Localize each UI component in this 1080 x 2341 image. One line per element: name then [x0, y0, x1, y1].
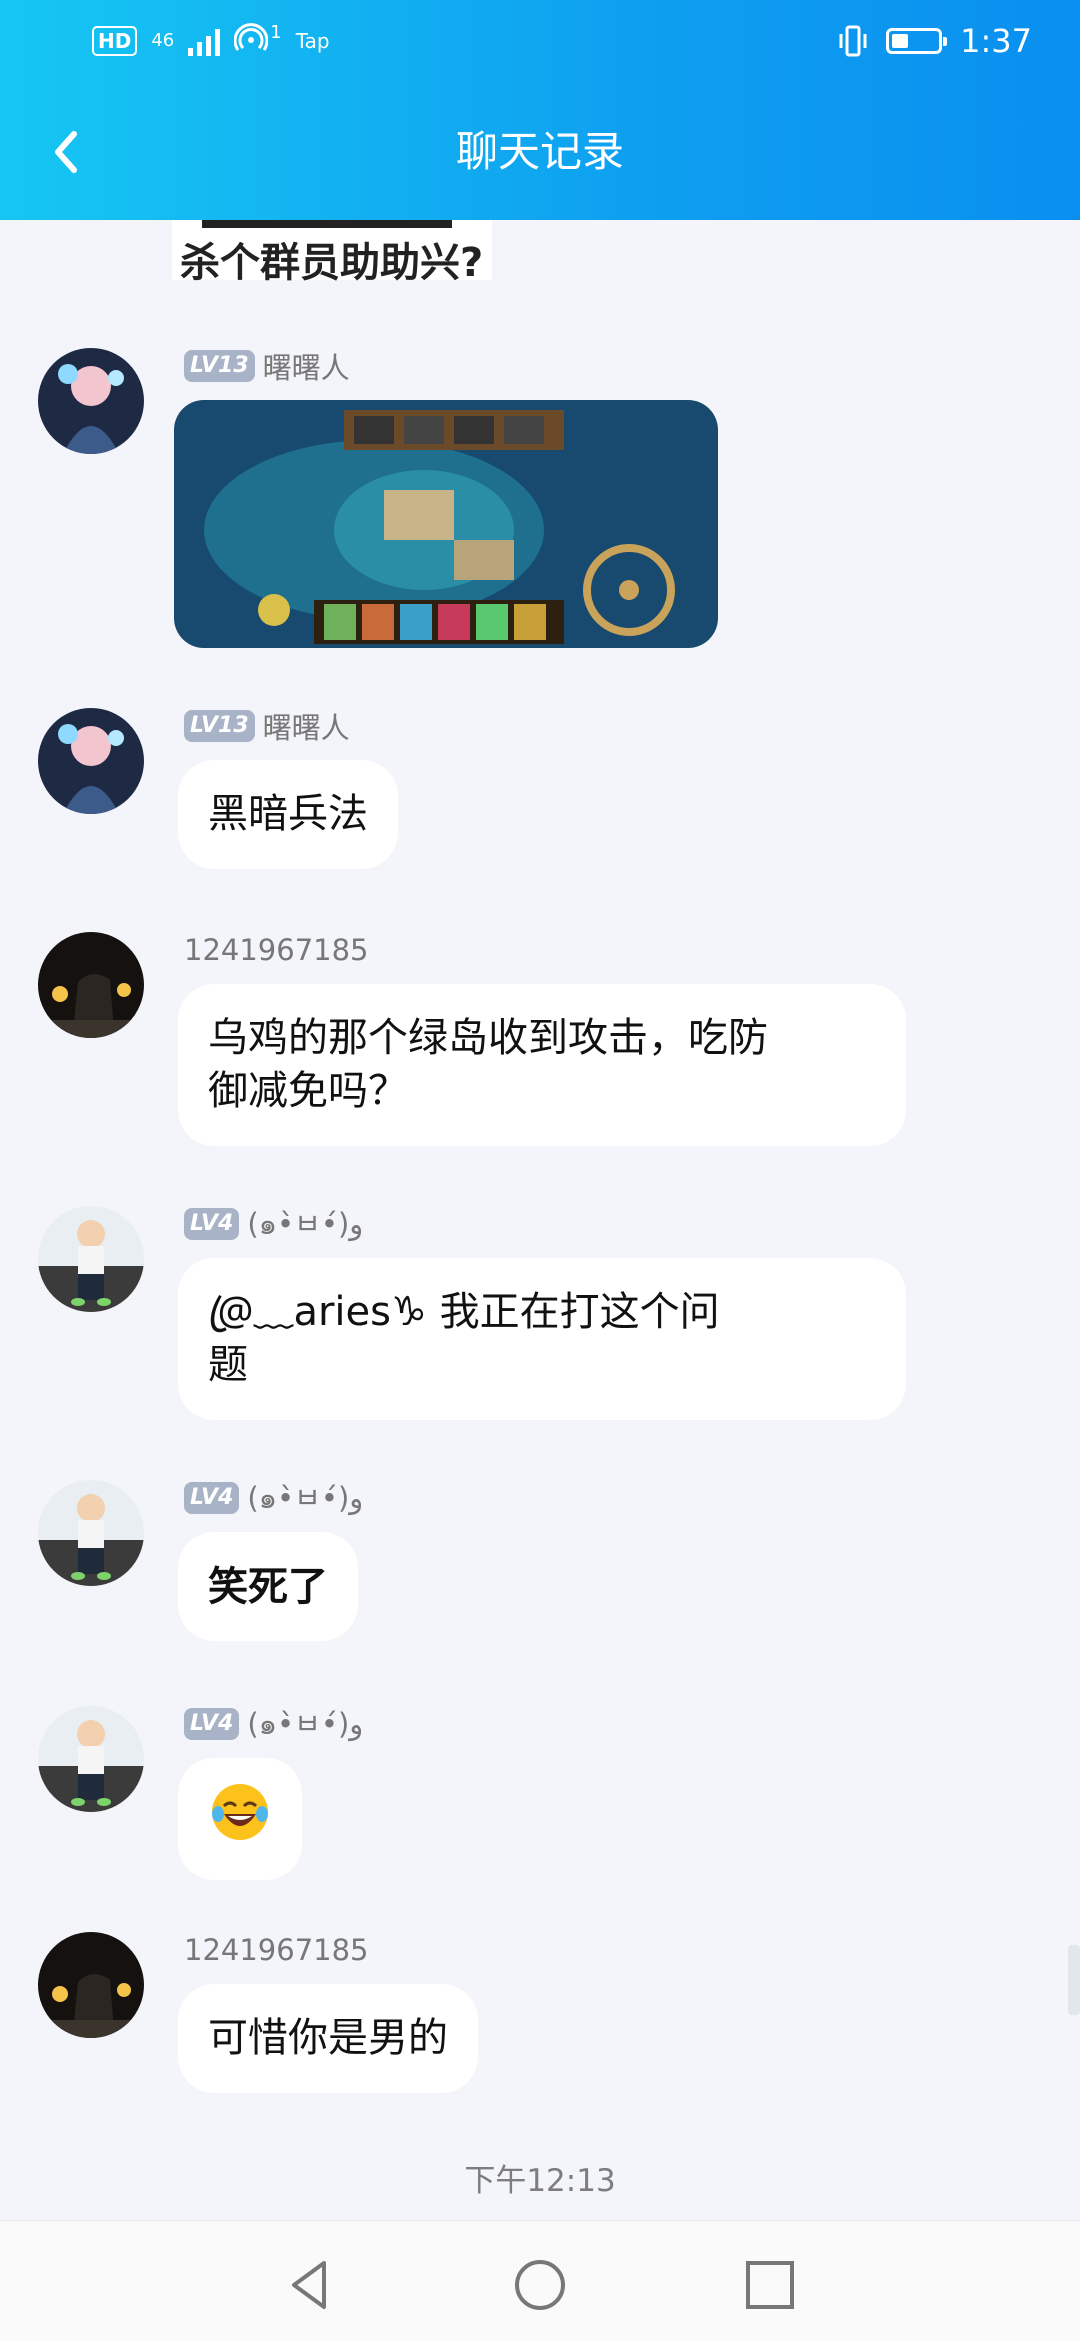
square-recents-icon: [746, 2261, 794, 2309]
hotspot-icon: [233, 22, 269, 60]
system-home-button[interactable]: [510, 2255, 570, 2315]
cropped-image-caption: 杀个群员助助兴?: [180, 240, 484, 286]
message-item: LV4 (๑•̀ㅂ•́)و 笑死了: [0, 1480, 1080, 1660]
message-item: LV4 (๑•̀ㅂ•́)و @ꦿ﹏aries♑ 我正在打这个问 题: [0, 1206, 1080, 1436]
level-badge: LV4: [184, 1708, 240, 1740]
status-time: 1:37: [960, 22, 1032, 60]
hotspot-count: 1: [270, 22, 282, 43]
tap-label: Tap: [295, 29, 330, 53]
status-right: 1:37: [838, 22, 1032, 60]
sender-name: 曙曙人: [262, 711, 350, 745]
message-text-line: 乌鸡的那个绿岛收到攻击，吃防: [208, 1015, 768, 1061]
cropped-image-message[interactable]: 杀个群员助助兴?: [172, 220, 492, 286]
game-screenshot: [174, 400, 718, 648]
sender-name: 1241967185: [184, 933, 369, 967]
sender-line: 1241967185: [184, 1932, 369, 1968]
sender-name: 曙曙人: [262, 351, 350, 385]
page-title: 聊天记录: [455, 127, 624, 176]
nav-bar: 聊天记录: [0, 110, 1080, 200]
tears-of-joy-emoji-icon: [212, 1784, 268, 1840]
sender-line: LV13 曙曙人: [184, 348, 350, 385]
system-recents-button[interactable]: [740, 2255, 800, 2315]
level-badge: LV4: [184, 1482, 240, 1514]
app-header: HD 46 1 Tap 1:37 聊天记录: [0, 0, 1080, 220]
avatar[interactable]: [38, 1206, 144, 1312]
sender-line: LV13 曙曙人: [184, 708, 350, 745]
message-text-line: @ꦿ﹏aries♑ 我正在打这个问: [208, 1289, 720, 1335]
time-divider: 下午12:13: [464, 2163, 616, 2199]
chat-history[interactable]: 杀个群员助助兴? LV13 曙曙人 LV13 曙曙人 黑暗兵法 12419671…: [0, 220, 1080, 2220]
system-back-button[interactable]: [280, 2255, 340, 2315]
network-type: 46: [151, 30, 175, 51]
sender-line: LV4 (๑•̀ㅂ•́)و: [184, 1480, 363, 1516]
scrollbar-thumb[interactable]: [1068, 1945, 1080, 2015]
sender-line: LV4 (๑•̀ㅂ•́)و: [184, 1206, 363, 1242]
message-bubble[interactable]: 可惜你是男的: [178, 1984, 478, 2093]
avatar[interactable]: [38, 348, 144, 454]
system-navigation-bar: [0, 2220, 1080, 2341]
message-bubble[interactable]: [178, 1758, 302, 1880]
sender-line: 1241967185: [184, 932, 369, 968]
vibrate-icon: [838, 24, 868, 58]
message-bubble[interactable]: 笑死了: [178, 1532, 358, 1641]
avatar[interactable]: [38, 708, 144, 814]
sender-name: (๑•̀ㅂ•́)و: [247, 1481, 364, 1515]
message-text: 笑死了: [208, 1563, 328, 1610]
signal-icon: [188, 26, 221, 56]
avatar[interactable]: [38, 1480, 144, 1586]
hd-badge: HD: [92, 26, 138, 56]
circle-home-icon: [515, 2260, 565, 2310]
battery-icon: [886, 28, 948, 54]
message-item: 1241967185 乌鸡的那个绿岛收到攻击，吃防 御减免吗？: [0, 932, 1080, 1162]
message-item: LV13 曙曙人: [0, 348, 1080, 658]
message-text-line: 御减免吗？: [208, 1068, 408, 1114]
level-badge: LV13: [184, 350, 255, 382]
image-message[interactable]: [174, 400, 718, 648]
sender-name: (๑•̀ㅂ•́)و: [247, 1707, 364, 1741]
avatar[interactable]: [38, 1932, 144, 2038]
status-bar: HD 46 1 Tap 1:37: [0, 0, 1080, 80]
message-text: 黑暗兵法: [208, 791, 368, 837]
message-item: LV13 曙曙人 黑暗兵法: [0, 708, 1080, 869]
status-left: HD 46 1 Tap: [92, 22, 330, 60]
avatar[interactable]: [38, 1706, 144, 1812]
avatar[interactable]: [38, 932, 144, 1038]
triangle-back-icon: [292, 2261, 326, 2309]
level-badge: LV4: [184, 1208, 240, 1240]
sender-name: (๑•̀ㅂ•́)و: [247, 1207, 364, 1241]
message-bubble[interactable]: 乌鸡的那个绿岛收到攻击，吃防 御减免吗？: [178, 984, 906, 1146]
message-item: LV4 (๑•̀ㅂ•́)و: [0, 1706, 1080, 1886]
sender-name: 1241967185: [184, 1933, 369, 1967]
message-bubble[interactable]: 黑暗兵法: [178, 760, 398, 869]
message-item: 1241967185 可惜你是男的: [0, 1932, 1080, 2112]
message-text-line: 题: [208, 1342, 248, 1388]
level-badge: LV13: [184, 710, 255, 742]
message-text: 可惜你是男的: [208, 2015, 448, 2061]
message-bubble[interactable]: @ꦿ﹏aries♑ 我正在打这个问 题: [178, 1258, 906, 1420]
sender-line: LV4 (๑•̀ㅂ•́)و: [184, 1706, 363, 1742]
